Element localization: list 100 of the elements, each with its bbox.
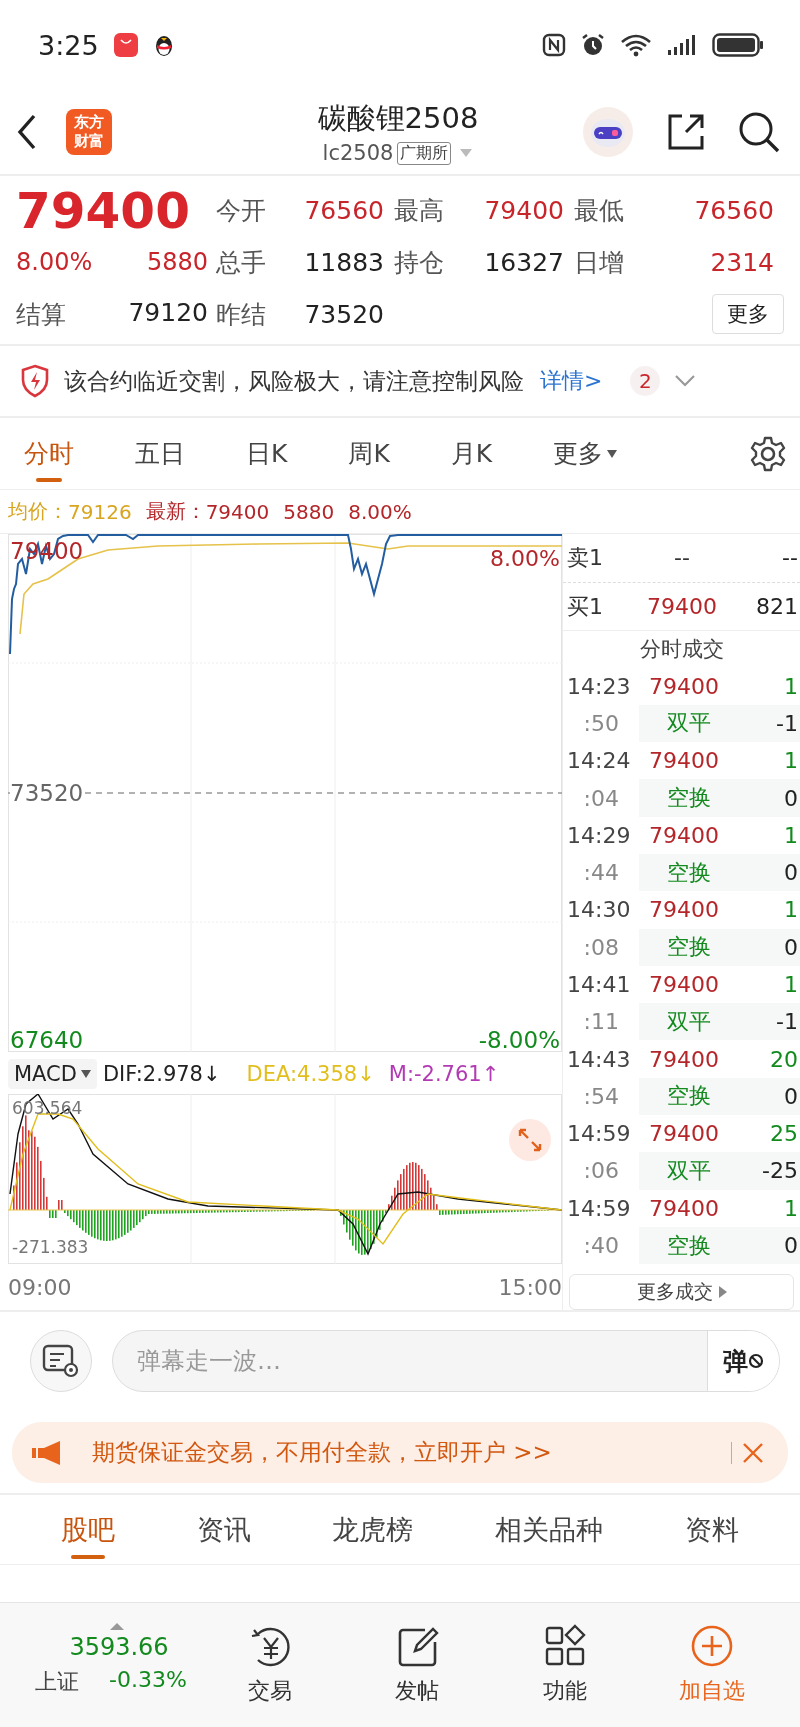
- time-axis-label: 09:00: [8, 1274, 72, 1300]
- trade-type: 空换: [666, 784, 712, 812]
- chart-tab[interactable]: 日K: [246, 417, 288, 490]
- index-change: -0.33%: [109, 1667, 187, 1694]
- position-change: -1: [775, 1009, 799, 1035]
- stat-label: 日增: [574, 246, 625, 279]
- latest-price-label: 最新：: [145, 498, 206, 525]
- nav-item[interactable]: 发帖: [343, 1624, 491, 1706]
- order-side: 买1: [567, 592, 604, 621]
- contract-code: lc2508: [322, 141, 394, 165]
- stat-label: 最高: [394, 194, 445, 227]
- trade-price: 79400: [648, 822, 720, 848]
- time-axis-label: 15:00: [498, 1274, 562, 1300]
- change-amount: 5880: [146, 248, 208, 276]
- trade-time: :40: [582, 1233, 620, 1259]
- trade-type: 双平: [666, 709, 712, 738]
- position-change: 0: [783, 1233, 799, 1259]
- chart-tab[interactable]: 五日: [135, 417, 185, 490]
- more-button[interactable]: 更多: [712, 294, 784, 334]
- trade-time: :08: [582, 934, 620, 960]
- change-percent: 8.00%: [348, 499, 412, 524]
- stat-label: 今开: [216, 194, 267, 227]
- more-menu-tab[interactable]: 更多: [553, 417, 618, 490]
- index-value: 3593.66: [69, 1633, 169, 1661]
- alert-count-badge: 2: [630, 366, 661, 396]
- trade-volume: 1: [783, 897, 799, 923]
- trade-volume: 1: [783, 748, 799, 774]
- dif-value: DIF:2.978↓: [102, 1062, 221, 1086]
- stat-label: 昨结: [216, 298, 267, 331]
- stat-label: 持仓: [394, 246, 445, 279]
- trade-time: 14:30: [566, 897, 629, 923]
- trade-price: 79400: [648, 972, 720, 997]
- section-tab[interactable]: 龙虎榜: [332, 1494, 414, 1565]
- exchange-tag: 广期所: [397, 141, 452, 165]
- trade-time: 14:23: [566, 673, 629, 699]
- axis-percent-label: -8.00%: [478, 1029, 560, 1052]
- change-percent: 8.00%: [16, 248, 93, 276]
- trade-time: :06: [582, 1158, 620, 1184]
- order-volume: --: [781, 545, 799, 571]
- trade-type: 双平: [666, 1156, 712, 1185]
- trade-type: 空换: [666, 1231, 712, 1260]
- section-tab[interactable]: 资料: [685, 1494, 740, 1565]
- trade-time: 14:59: [566, 1195, 629, 1221]
- section-tab[interactable]: 相关品种: [495, 1494, 604, 1565]
- trade-time: :11: [582, 1009, 620, 1035]
- stat-value: 16327: [483, 247, 565, 277]
- stat-value: 76560: [693, 195, 775, 225]
- indicator-dropdown[interactable]: MACD: [8, 1059, 97, 1089]
- trade-time: :50: [582, 710, 620, 736]
- nav-item[interactable]: 交易: [196, 1624, 344, 1706]
- average-price: 79126: [68, 499, 132, 524]
- exchange-dropdown[interactable]: 广期所: [397, 141, 474, 165]
- stat-value: 76560: [303, 195, 385, 225]
- axis-price-label: 67640: [10, 1029, 84, 1052]
- position-change: 0: [783, 785, 799, 811]
- axis-percent-label: 8.00%: [490, 544, 560, 573]
- trade-type: 空换: [666, 1082, 712, 1111]
- trade-volume: 1: [783, 972, 799, 997]
- position-change: -1: [775, 710, 799, 736]
- position-change: -25: [761, 1158, 799, 1184]
- comment-field[interactable]: 弹幕走一波… 弹: [112, 1330, 780, 1392]
- stat-label: 最低: [574, 194, 625, 227]
- trade-volume: 25: [769, 1121, 799, 1147]
- nav-item[interactable]: 功能: [491, 1624, 639, 1706]
- stat-value: 73520: [303, 299, 385, 329]
- details-link[interactable]: 详情>: [540, 366, 603, 396]
- trade-price: 79400: [648, 673, 720, 699]
- order-price: 79400: [646, 594, 718, 620]
- trade-type: 空换: [666, 933, 712, 962]
- trade-type: 空换: [666, 858, 712, 887]
- stat-value: 11883: [303, 247, 385, 277]
- order-side: 卖1: [567, 543, 604, 572]
- danmaku-toggle-button[interactable]: 弹: [707, 1331, 779, 1391]
- section-tab[interactable]: 资讯: [196, 1494, 251, 1565]
- stat-value: 2314: [709, 247, 775, 277]
- trade-time: 14:59: [566, 1121, 629, 1147]
- trade-price: 79400: [648, 748, 720, 774]
- trade-time: 14:41: [566, 972, 629, 997]
- index-quote[interactable]: 3593.66 上证 -0.33%: [26, 1633, 196, 1697]
- stat-value: 79400: [483, 195, 565, 225]
- stat-label: 总手: [216, 246, 267, 279]
- trade-time: 14:29: [566, 822, 629, 848]
- dea-value: DEA:4.358↓: [246, 1062, 375, 1086]
- trade-type: 双平: [666, 1007, 712, 1036]
- chart-tab[interactable]: 分时: [24, 417, 74, 490]
- trade-time: :44: [582, 860, 620, 886]
- chart-tab[interactable]: 周K: [348, 417, 390, 490]
- page-title: 碳酸锂2508: [317, 100, 479, 137]
- trade-price: 79400: [648, 897, 720, 923]
- trade-time: :04: [582, 785, 620, 811]
- section-tab[interactable]: 股吧: [60, 1494, 115, 1565]
- chart-tab[interactable]: 月K: [450, 417, 493, 490]
- promo-banner[interactable]: 期货保证金交易，不用付全款，立即开户 >>: [12, 1422, 788, 1483]
- stat-value: 79120: [128, 297, 208, 329]
- more-trades-button[interactable]: 更多成交: [569, 1274, 794, 1311]
- order-volume: 821: [755, 594, 799, 620]
- axis-value-label: -271.383: [12, 1239, 89, 1256]
- trade-time: :54: [582, 1083, 620, 1109]
- position-change: 0: [783, 860, 799, 886]
- trade-time: 14:43: [566, 1046, 629, 1072]
